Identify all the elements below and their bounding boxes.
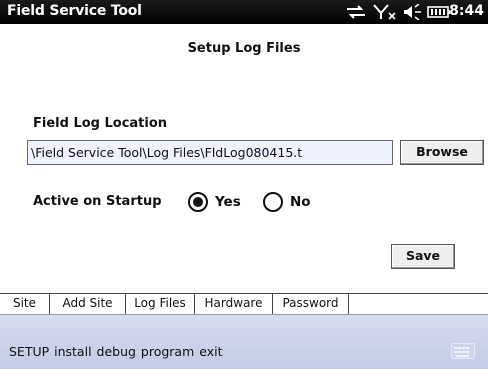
- field-log-label: Field Log Location: [33, 116, 168, 131]
- page-title: Setup Log Files: [187, 41, 301, 56]
- browse-button[interactable]: Browse: [400, 140, 484, 165]
- field-log-location-input[interactable]: \Field Service Tool\Log Files\FldLog0804…: [27, 140, 393, 165]
- tab-log-files[interactable]: Log Files: [125, 294, 195, 315]
- radio-yes-label[interactable]: Yes: [215, 194, 241, 210]
- menu-commands[interactable]: SETUP install debug program exit: [9, 344, 222, 359]
- active-on-startup-label: Active on Startup: [33, 194, 162, 209]
- menu-bar: SETUP install debug program exit: [0, 314, 488, 369]
- radio-selected-dot: [193, 197, 203, 207]
- radio-no[interactable]: [263, 192, 283, 212]
- save-button[interactable]: Save: [391, 244, 455, 269]
- tab-hardware[interactable]: Hardware: [195, 294, 273, 315]
- title-bar: Field Service Tool 8:44: [0, 0, 488, 24]
- app-title: Field Service Tool: [7, 3, 142, 19]
- tab-site[interactable]: Site: [0, 294, 50, 315]
- signal-off-icon[interactable]: [373, 4, 399, 20]
- tab-password[interactable]: Password: [273, 294, 349, 315]
- data-sync-icon[interactable]: [345, 4, 367, 20]
- radio-yes[interactable]: [188, 192, 208, 212]
- tab-strip: Site Add Site Log Files Hardware Passwor…: [0, 293, 488, 315]
- keyboard-icon[interactable]: [451, 343, 475, 359]
- battery-icon[interactable]: [427, 4, 451, 20]
- app-window: Field Service Tool 8:44 Setup Log Files …: [0, 0, 488, 369]
- tab-add-site[interactable]: Add Site: [50, 294, 126, 315]
- keyboard-keys-icon: [454, 347, 469, 357]
- speaker-icon[interactable]: [402, 4, 422, 20]
- clock[interactable]: 8:44: [449, 3, 484, 19]
- radio-no-label[interactable]: No: [290, 194, 311, 210]
